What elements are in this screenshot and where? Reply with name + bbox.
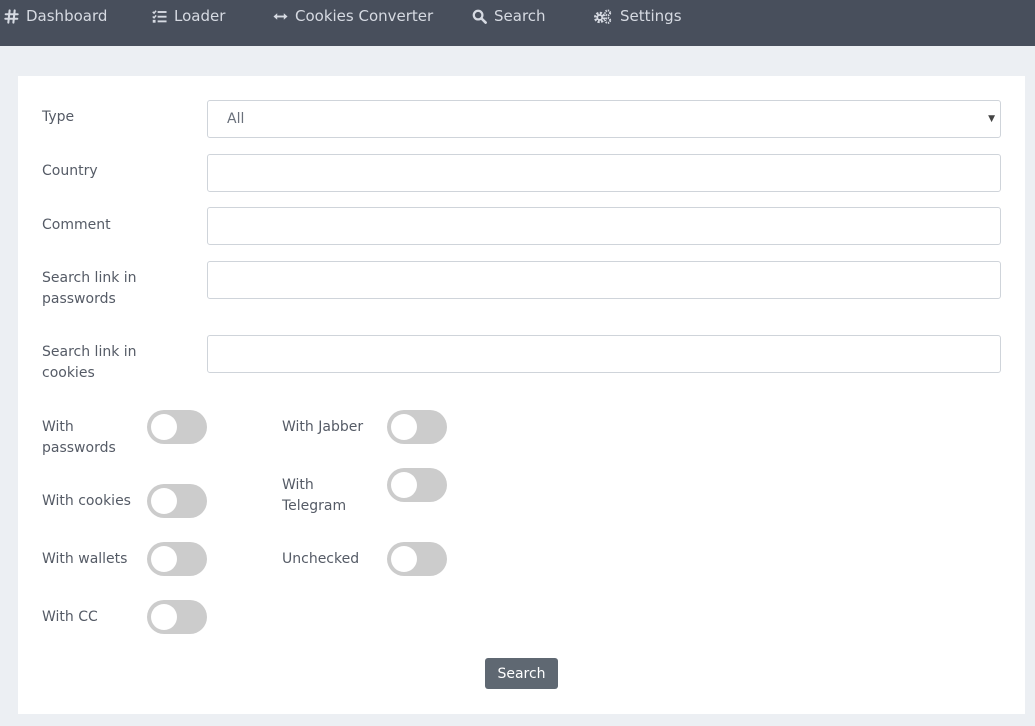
with-cookies-label: With cookies	[42, 493, 131, 509]
unchecked-label: Unchecked	[282, 551, 360, 567]
nav-item-loader[interactable]: Loader	[152, 0, 225, 32]
type-select[interactable]: All ▼	[207, 100, 1001, 138]
chevron-down-icon: ▼	[988, 114, 995, 124]
comment-label: Comment	[42, 217, 111, 233]
nav-item-search[interactable]: Search	[472, 0, 546, 32]
with-telegram-label: With Telegram	[282, 477, 347, 514]
country-label: Country	[42, 163, 98, 179]
nav-item-settings[interactable]: Settings	[593, 0, 682, 32]
with-jabber-toggle[interactable]	[387, 410, 447, 444]
nav-label-settings: Settings	[620, 7, 682, 25]
comment-input[interactable]	[207, 207, 1001, 245]
with-cookies-toggle[interactable]	[147, 484, 207, 518]
type-select-value: All	[227, 111, 245, 127]
toggle-knob	[151, 604, 177, 630]
toggle-knob	[391, 414, 417, 440]
with-jabber-label: With Jabber	[282, 419, 364, 435]
nav-label-loader: Loader	[174, 7, 226, 25]
nav-item-dashboard[interactable]: Dashboard	[4, 0, 107, 32]
top-navbar: Dashboard Loader Cookies Converter Searc…	[0, 0, 1035, 46]
gears-icon	[593, 8, 613, 24]
with-passwords-label: With passwords	[42, 419, 116, 456]
with-cc-label: With CC	[42, 609, 98, 625]
type-label: Type	[42, 109, 75, 125]
arrows-horizontal-icon	[273, 9, 288, 24]
search-button[interactable]: Search	[485, 658, 558, 689]
nav-item-cookies-converter[interactable]: Cookies Converter	[273, 0, 433, 32]
with-wallets-label: With wallets	[42, 551, 128, 567]
nav-label-dashboard: Dashboard	[26, 7, 108, 25]
link-cookies-input[interactable]	[207, 335, 1001, 373]
list-check-icon	[152, 9, 167, 24]
hash-icon	[4, 8, 19, 24]
toggle-knob	[151, 488, 177, 514]
search-icon	[472, 9, 487, 24]
with-cc-toggle[interactable]	[147, 600, 207, 634]
nav-label-search: Search	[494, 7, 546, 25]
link-cookies-label: Search link in cookies	[42, 344, 137, 381]
nav-label-cookies-converter: Cookies Converter	[295, 7, 434, 25]
toggle-knob	[151, 546, 177, 572]
unchecked-toggle[interactable]	[387, 542, 447, 576]
with-telegram-toggle[interactable]	[387, 468, 447, 502]
toggle-knob	[391, 472, 417, 498]
toggle-knob	[391, 546, 417, 572]
with-passwords-toggle[interactable]	[147, 410, 207, 444]
link-passwords-input[interactable]	[207, 261, 1001, 299]
search-form-panel: Type All ▼ Country Comment Search link i…	[18, 76, 1025, 714]
country-input[interactable]	[207, 154, 1001, 192]
with-wallets-toggle[interactable]	[147, 542, 207, 576]
link-passwords-label: Search link in passwords	[42, 270, 137, 307]
toggle-knob	[151, 414, 177, 440]
